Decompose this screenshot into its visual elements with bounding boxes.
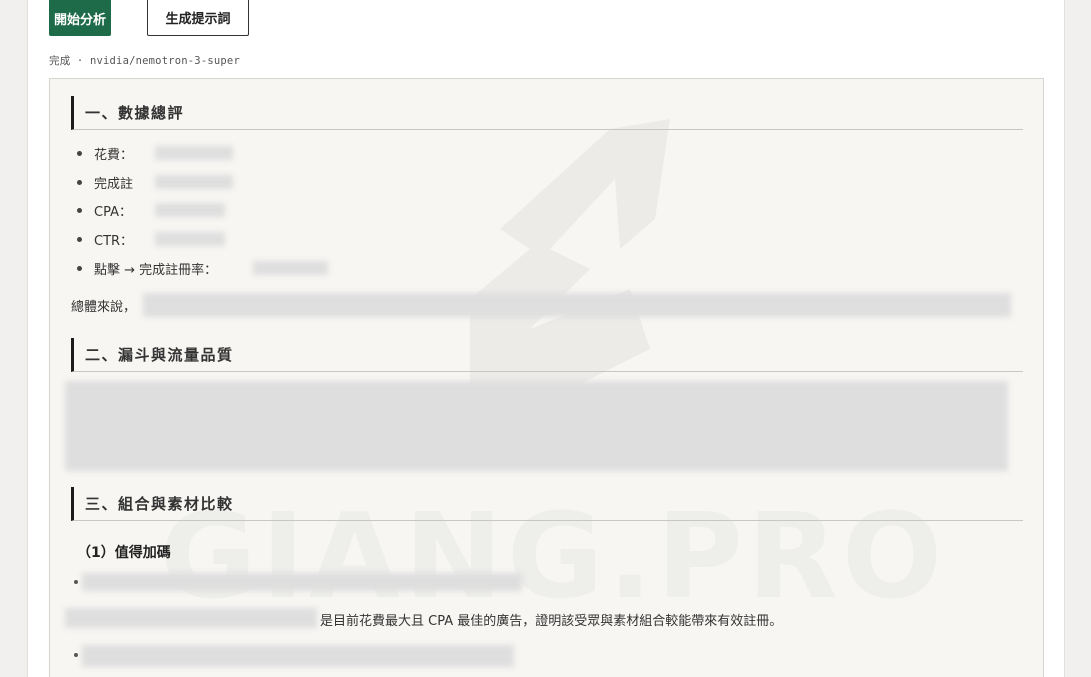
bullet [74,653,78,657]
list-item: CPA： [77,201,132,220]
analysis-result-box: GIANG.PRO 一、數據總評 花費： 完成註 CPA： CTR： 點擊 → … [49,78,1044,677]
redacted-paragraph [65,381,1008,471]
section-heading-comparison: 三、組合與素材比較 [71,487,1023,521]
list-item: 花費： [77,144,133,163]
section-heading-funnel: 二、漏斗與流量品質 [71,338,1023,372]
list-item: 點擊 → 完成註冊率： [77,259,217,278]
redacted-value [155,146,233,160]
section-heading-summary: 一、數據總評 [71,96,1023,130]
redacted-value [253,261,328,275]
watermark-logo-icon [470,119,670,419]
redacted-ad-name [65,608,317,628]
redacted-paragraph [143,293,1011,317]
redacted-value [155,175,233,189]
bullet [74,580,78,584]
redacted-line [82,573,522,591]
list-item: 完成註 [77,173,133,192]
subsection-heading: （1）值得加碼 [77,545,171,561]
redacted-line [82,645,514,667]
status-text: 完成 · nvidia/nemotron-3-super [49,55,240,67]
generate-prompt-button[interactable]: 生成提示詞 [147,0,249,36]
start-analysis-button[interactable]: 開始分析 [49,0,111,36]
summary-text: 總體來說， [71,300,137,315]
recommendation-text: 是目前花費最大且 CPA 最佳的廣告，證明該受眾與素材組合較能帶來有效註冊。 [320,614,783,629]
redacted-value [155,232,225,246]
analysis-panel: 開始分析 生成提示詞 完成 · nvidia/nemotron-3-super … [27,0,1065,677]
list-item: CTR： [77,230,133,249]
redacted-value [155,203,225,217]
